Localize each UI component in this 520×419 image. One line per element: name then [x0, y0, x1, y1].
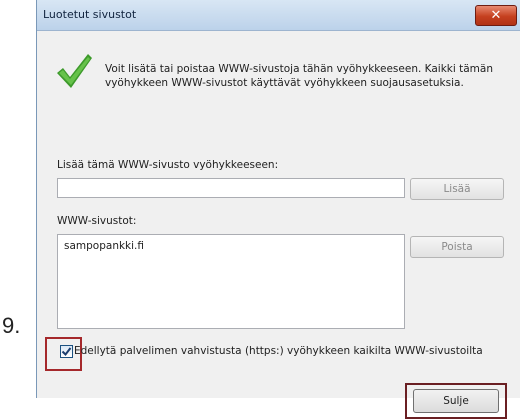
dialog-body: Voit lisätä tai poistaa WWW-sivustoja tä… [37, 31, 520, 419]
info-text: Voit lisätä tai poistaa WWW-sivustoja tä… [105, 63, 493, 89]
list-item[interactable]: sampopankki.fi [64, 240, 144, 252]
require-https-checkbox[interactable] [60, 345, 73, 358]
add-site-input[interactable] [57, 178, 405, 198]
add-site-label: Lisää tämä WWW-sivusto vyöhykkeeseen: [57, 159, 279, 171]
dialog-title: Luotetut sivustot [43, 8, 137, 21]
step-number: 9. [2, 313, 21, 338]
title-bar: Luotetut sivustot ✕ [37, 0, 520, 31]
checkmark-icon [57, 54, 92, 88]
sites-list[interactable]: sampopankki.fi [57, 234, 405, 329]
require-https-label: Edellytä palvelimen vahvistusta (https:)… [74, 345, 483, 357]
add-button[interactable]: Lisää [410, 178, 504, 200]
trusted-sites-dialog: Luotetut sivustot ✕ Voit lisätä tai pois… [36, 0, 520, 419]
checkmark-icon [61, 347, 72, 357]
remove-button[interactable]: Poista [410, 236, 504, 258]
close-window-button[interactable]: ✕ [475, 5, 517, 26]
sites-label: WWW-sivustot: [57, 215, 137, 227]
close-button[interactable]: Sulje [413, 389, 499, 413]
close-icon: ✕ [490, 8, 502, 23]
